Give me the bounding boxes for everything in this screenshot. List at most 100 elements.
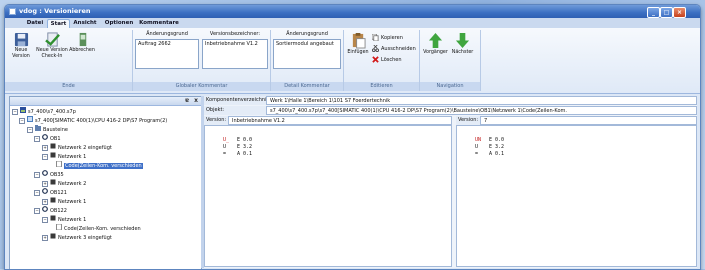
group-detail-kommentar: Änderungsgrund Sortiermodul angebaut Det… (271, 30, 344, 91)
code-operand: E 0.0 (489, 137, 505, 143)
close-pane-icon[interactable]: x (194, 97, 198, 105)
comparison-area: Komponentenverzeichnis: Werk 1\Halle 1\B… (204, 96, 697, 268)
tree-node-network[interactable]: + Netzwerk 3 eingefügt (42, 233, 112, 241)
tree-node-block[interactable]: − OB122 (34, 206, 67, 214)
collapse-toggle-icon[interactable]: − (34, 207, 40, 214)
tree-node-code[interactable]: Code(Zeilen-Kom. verschieden (56, 223, 141, 233)
maximize-button[interactable]: □ (660, 7, 673, 18)
code-operation: U (223, 144, 227, 150)
project-icon (20, 107, 26, 116)
tree-node-label: Netzwerk 1 (58, 154, 87, 160)
objekt-label: Objekt: (204, 106, 266, 115)
tree-node-label: Netzwerk 2 eingefügt (58, 145, 112, 151)
tree-node-network[interactable]: + Netzwerk 1 (42, 197, 86, 205)
title-bar: vdog : Versionieren _ □ × (5, 5, 700, 18)
tree-node-code[interactable]: Code(Zeilen-Kom. verschieden (56, 160, 143, 169)
tree-node-network[interactable]: − Netzwerk 1 (42, 215, 86, 223)
right-version-row: Version: 7 (456, 116, 697, 125)
aenderungsgrund-global-field[interactable]: Auftrag 2662 (135, 39, 199, 69)
group-globaler-label: Globaler Kommentar (133, 82, 270, 91)
close-button[interactable]: × (673, 7, 686, 18)
code-operation: = (475, 151, 479, 157)
ribbon-tabs: Datei Start Ansicht Optionen Kommentare (5, 18, 700, 29)
block-icon (42, 170, 48, 179)
delete-button[interactable]: Löschen (372, 56, 402, 64)
code-icon (56, 223, 62, 233)
tab-ansicht[interactable]: Ansicht (71, 19, 99, 28)
tree-node-project[interactable]: − s7_400\s7_400.s7p (12, 107, 76, 115)
tab-kommentare[interactable]: Kommentare (139, 19, 179, 28)
tree-node-folder[interactable]: − Bausteine (27, 125, 68, 133)
copy-icon (371, 33, 379, 42)
aenderungsgrund-detail-field[interactable]: Sortiermodul angebaut (273, 39, 341, 69)
tree-node-network[interactable]: + Netzwerk 2 (42, 179, 86, 187)
program-icon (27, 116, 33, 125)
group-editieren: Einfügen Kopieren Ausschneiden Löschen E… (344, 30, 420, 91)
network-icon (50, 143, 56, 152)
right-code-listing: UN E 0.0 U E 3.2 = A 0.1 (475, 137, 504, 158)
new-version-label: Neue Version (12, 48, 30, 59)
expand-toggle-icon[interactable]: + (42, 144, 48, 151)
tree-node-block[interactable]: − OB35 (34, 170, 64, 178)
project-tree-panel: ɐ x − s7_400\s7_400.s7p − s7_400[SIMATIC 40… (9, 96, 202, 269)
delete-label: Löschen (381, 57, 402, 63)
block-icon (42, 188, 48, 197)
tree-node-label: s7_400[SIMATIC 400(1)\CPU 416-2 DP\S7 Pr… (35, 118, 168, 124)
collapse-toggle-icon[interactable]: − (34, 189, 40, 196)
right-code-line: UN E 0.0 (475, 137, 504, 144)
versionsbezeichner-label: Versionsbezeichner: (209, 31, 261, 37)
left-version-field: Inbetriebnahme V1.2 (228, 116, 452, 125)
copy-button[interactable]: Kopieren (371, 33, 403, 42)
pin-icon[interactable]: ɐ (185, 97, 189, 105)
objekt-field: s7_400\s7_400.s7p\s7_400[SIMATIC 400(1)\… (266, 106, 697, 115)
copy-label: Kopieren (381, 35, 403, 41)
network-icon (50, 215, 56, 224)
collapse-toggle-icon[interactable]: − (34, 135, 40, 142)
tree-node-label: OB35 (50, 172, 64, 178)
next-button[interactable]: Nächster (450, 32, 475, 56)
paste-button[interactable]: Einfügen (346, 32, 370, 56)
collapse-toggle-icon[interactable]: − (42, 216, 48, 223)
code-operation: U_ (223, 137, 230, 143)
versionsbezeichner-field[interactable]: Inbetriebnahme V1.2 (202, 39, 268, 69)
new-version-checkin-label: Neue Version Check-In (36, 48, 68, 59)
block-icon (42, 206, 48, 215)
cancel-label: Abbrechen (69, 48, 95, 53)
code-operand: E 3.2 (237, 144, 253, 150)
collapse-toggle-icon[interactable]: − (19, 117, 25, 124)
tab-optionen[interactable]: Optionen (103, 19, 135, 28)
previous-button[interactable]: Vorgänger (423, 32, 448, 56)
tree-node-network[interactable]: + Netzwerk 2 eingefügt (42, 143, 112, 151)
tree-node-program[interactable]: − s7_400[SIMATIC 400(1)\CPU 416-2 DP\S7 P… (19, 116, 167, 124)
expand-toggle-icon[interactable]: + (42, 198, 48, 205)
cut-button[interactable]: Ausschneiden (372, 44, 416, 53)
new-version-checkin-button[interactable]: Neue Version Check-In (36, 32, 68, 60)
komponenten-label: Komponentenverzeichnis: (204, 96, 271, 105)
collapse-toggle-icon[interactable]: − (12, 108, 18, 115)
tree-node-label: Code(Zeilen-Kom. verschieden (64, 226, 141, 232)
tree-node-label: OB1 (50, 136, 61, 142)
cancel-button[interactable]: Abbrechen (69, 32, 95, 54)
new-version-button[interactable]: Neue Version (7, 32, 35, 60)
left-code-panel: U_ E 0.0 U E 3.2 = A 0.1 (204, 125, 452, 267)
tree-node-label: Netzwerk 3 eingefügt (58, 235, 112, 241)
expand-toggle-icon[interactable]: + (42, 180, 48, 187)
collapse-toggle-icon[interactable]: − (27, 126, 33, 133)
tree-node-block[interactable]: − OB1 (34, 134, 61, 142)
collapse-toggle-icon[interactable]: − (34, 171, 40, 178)
previous-label: Vorgänger (423, 50, 448, 55)
cut-label: Ausschneiden (381, 46, 416, 52)
tree-node-label: OB121 (50, 190, 67, 196)
minimize-button[interactable]: _ (647, 7, 660, 18)
save-icon (14, 32, 28, 47)
right-code-panel: UN E 0.0 U E 3.2 = A 0.1 (456, 125, 697, 267)
tree-node-network[interactable]: − Netzwerk 1 (42, 152, 86, 160)
tab-datei[interactable]: Datei (24, 19, 46, 28)
code-operation: UN (475, 137, 482, 143)
objekt-row: Objekt: s7_400\s7_400.s7p\s7_400[SIMATIC… (204, 106, 697, 115)
collapse-toggle-icon[interactable]: − (42, 153, 48, 160)
komponenten-row: Komponentenverzeichnis: Werk 1\Halle 1\B… (204, 96, 697, 105)
tree-node-block[interactable]: − OB121 (34, 188, 67, 196)
tree-node-label: s7_400\s7_400.s7p (28, 109, 76, 115)
expand-toggle-icon[interactable]: + (42, 234, 48, 241)
